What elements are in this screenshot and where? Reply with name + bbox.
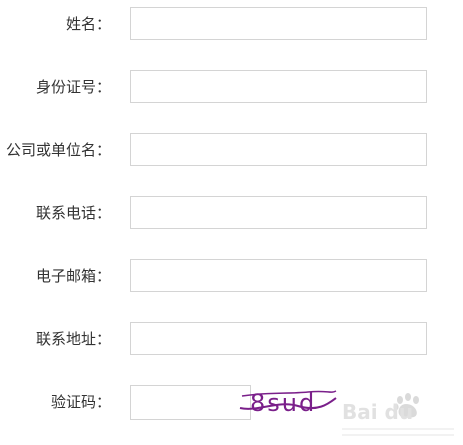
registration-form: 姓名： 身份证号： 公司或单位名： 联系电话： 电子邮箱： 联系地址： 验证码：…	[0, 0, 463, 445]
row-company: 公司或单位名：	[0, 133, 463, 168]
watermark-brand-text: Bai du	[342, 400, 413, 424]
captcha-input[interactable]	[130, 385, 251, 420]
id-number-label: 身份证号：	[35, 78, 111, 96]
company-label: 公司或单位名：	[5, 141, 111, 159]
name-label: 姓名：	[65, 15, 111, 33]
email-input[interactable]	[130, 259, 427, 292]
captcha-text: 8sud	[250, 389, 316, 417]
row-id-number: 身份证号：	[0, 70, 463, 105]
row-name: 姓名：	[0, 7, 463, 42]
name-input[interactable]	[130, 7, 427, 40]
baidu-watermark-logo: Bai du	[342, 393, 454, 436]
phone-label: 联系电话：	[35, 204, 111, 222]
address-input[interactable]	[130, 322, 427, 355]
row-email: 电子邮箱：	[0, 259, 463, 294]
phone-input[interactable]	[130, 196, 427, 229]
email-label: 电子邮箱：	[35, 267, 111, 285]
row-phone: 联系电话：	[0, 196, 463, 231]
captcha-label: 验证码：	[50, 393, 111, 411]
row-address: 联系地址：	[0, 322, 463, 357]
id-number-input[interactable]	[130, 70, 427, 103]
captcha-image[interactable]: 8sud	[238, 386, 338, 418]
address-label: 联系地址：	[35, 330, 111, 348]
company-input[interactable]	[130, 133, 427, 166]
